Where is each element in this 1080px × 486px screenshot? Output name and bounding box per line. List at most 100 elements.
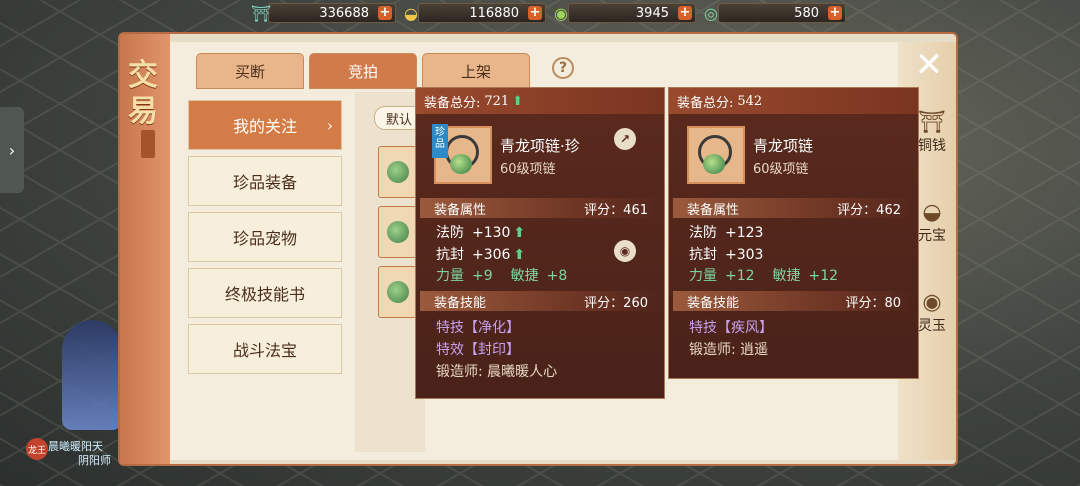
necklace-icon — [387, 281, 409, 303]
attr-value: +123 — [725, 225, 764, 241]
nav-label: 终极技能书 — [224, 285, 305, 304]
attr-key: 抗封 — [436, 247, 464, 263]
attr-value: +12 — [725, 268, 755, 284]
arrow-up-icon: ⬆ — [512, 93, 524, 109]
attr-value: +8 — [546, 268, 568, 284]
gold-ingot-icon: ◒ — [404, 3, 418, 23]
add-currency-button[interactable]: + — [528, 6, 542, 20]
item-icon — [687, 126, 745, 184]
currency-value: 336688 — [319, 5, 369, 21]
skill-line: 特技【净化】 — [436, 320, 520, 336]
total-score: 装备总分: 721 ⬆ — [416, 88, 664, 114]
item-level: 60级项链 — [500, 162, 556, 177]
chevron-right-icon: › — [8, 140, 16, 160]
currency-gold: ◒ 116880 + — [400, 2, 546, 24]
section-score: 评分：80 — [845, 295, 901, 311]
section-skills: 装备技能 评分：80 — [673, 291, 913, 311]
nav-rare-equipment[interactable]: 珍品装备 — [188, 156, 342, 206]
nav-label: 我的关注 — [232, 117, 297, 136]
tab-auction[interactable]: 竞拍 — [309, 53, 417, 89]
tab-buyout[interactable]: 买断 — [196, 53, 304, 89]
character-sprite — [62, 320, 122, 430]
close-button[interactable]: ✕ — [912, 48, 946, 84]
attr-row: 力量 +9 敏捷 +8 — [436, 265, 567, 285]
player-class: 阴阳师 — [78, 454, 111, 467]
total-score-value: 542 — [737, 93, 763, 109]
attr-row: 法防 +123 — [689, 222, 763, 242]
currency-value: 580 — [794, 5, 819, 21]
nav-rare-pets[interactable]: 珍品宠物 — [188, 212, 342, 262]
attr-key: 法防 — [436, 225, 464, 241]
total-score-value: 721 — [484, 93, 510, 109]
add-currency-button[interactable]: + — [378, 6, 392, 20]
rare-badge: 珍品 — [432, 124, 448, 158]
nav-label: 战斗法宝 — [232, 341, 297, 360]
currency-value: 3945 — [635, 5, 669, 21]
attr-row: 抗封 +303 — [689, 244, 763, 264]
equipment-tooltip-selected: 装备总分: 721 ⬆ 珍品 青龙项链·珍 60级项链 ↗ 装备属性 评分：461… — [415, 87, 665, 399]
attr-value: +130 — [472, 225, 511, 241]
title-char: 易 — [128, 94, 158, 129]
necklace-icon — [387, 161, 409, 183]
green-coin-icon: ◉ — [554, 3, 568, 23]
section-score: 评分：461 — [584, 202, 648, 218]
total-score-label: 装备总分: — [677, 95, 734, 111]
equipment-tooltip-equipped: 装备总分: 542 青龙项链 60级项链 装备属性 评分：462 法防 +123 抗… — [668, 87, 919, 379]
section-title: 装备属性 — [434, 202, 487, 218]
list-item[interactable] — [378, 206, 420, 258]
section-score: 评分：260 — [584, 295, 648, 311]
nav-my-follows[interactable]: 我的关注 › — [188, 100, 342, 150]
attr-key: 敏捷 — [772, 268, 801, 284]
eye-icon[interactable]: ◉ — [614, 240, 636, 262]
list-item[interactable] — [378, 146, 420, 198]
currency-value: 116880 — [469, 5, 519, 21]
share-icon[interactable]: ↗ — [614, 128, 636, 150]
arrow-up-icon: ⬆ — [513, 225, 526, 241]
add-currency-button[interactable]: + — [828, 6, 842, 20]
section-skills: 装备技能 评分：260 — [420, 291, 660, 311]
list-item[interactable] — [378, 266, 420, 318]
tab-list-item[interactable]: 上架 — [422, 53, 530, 89]
currency-green: ◉ 3945 + — [550, 2, 696, 24]
section-title: 装备技能 — [687, 295, 740, 311]
attr-key: 敏捷 — [510, 268, 539, 284]
currency-jade: ⛩ 336688 + — [250, 2, 396, 24]
smith-line: 锻造师: 晨曦暖人心 — [436, 364, 558, 380]
smith-line: 锻造师: 逍遥 — [689, 342, 769, 358]
help-button[interactable]: ? — [552, 57, 574, 79]
total-score: 装备总分: 542 — [669, 88, 918, 114]
chevron-right-icon: › — [326, 115, 333, 135]
nav-label: 珍品宠物 — [232, 229, 297, 248]
add-currency-button[interactable]: + — [678, 6, 692, 20]
attr-key: 抗封 — [689, 247, 717, 263]
skill-line: 特效【封印】 — [436, 342, 520, 358]
attr-value: +306 — [472, 247, 511, 263]
jade-gate-icon: ⛩ — [250, 3, 272, 23]
attr-row: 抗封 +306 ⬆ — [436, 244, 525, 264]
section-title: 装备属性 — [687, 202, 740, 218]
jade-ring-icon: ◎ — [704, 3, 718, 23]
nav-battle-treasures[interactable]: 战斗法宝 — [188, 324, 342, 374]
nav-ultimate-skill-books[interactable]: 终极技能书 — [188, 268, 342, 318]
attr-row: 力量 +12 敏捷 +12 — [689, 265, 838, 285]
necklace-icon — [387, 221, 409, 243]
attr-value: +303 — [725, 247, 764, 263]
section-attributes: 装备属性 评分：461 — [420, 198, 660, 218]
section-score: 评分：462 — [837, 202, 901, 218]
total-score-label: 装备总分: — [424, 95, 481, 111]
section-attributes: 装备属性 评分：462 — [673, 198, 913, 218]
attr-value: +12 — [808, 268, 839, 284]
section-title: 装备技能 — [434, 295, 487, 311]
side-expand-button[interactable]: › — [0, 107, 24, 193]
attr-key: 法防 — [689, 225, 717, 241]
title-seal — [141, 130, 155, 158]
attr-row: 法防 +130 ⬆ — [436, 222, 525, 242]
arrow-up-icon: ⬆ — [513, 247, 526, 263]
skill-line: 特技【疾风】 — [689, 320, 773, 336]
attr-key: 力量 — [436, 268, 464, 284]
attr-value: +9 — [472, 268, 493, 284]
nav-label: 珍品装备 — [232, 173, 297, 192]
currency-ring: ◎ 580 + — [700, 2, 846, 24]
player-title-badge: 龙王 — [26, 438, 48, 460]
necklace-pendant — [450, 154, 472, 174]
